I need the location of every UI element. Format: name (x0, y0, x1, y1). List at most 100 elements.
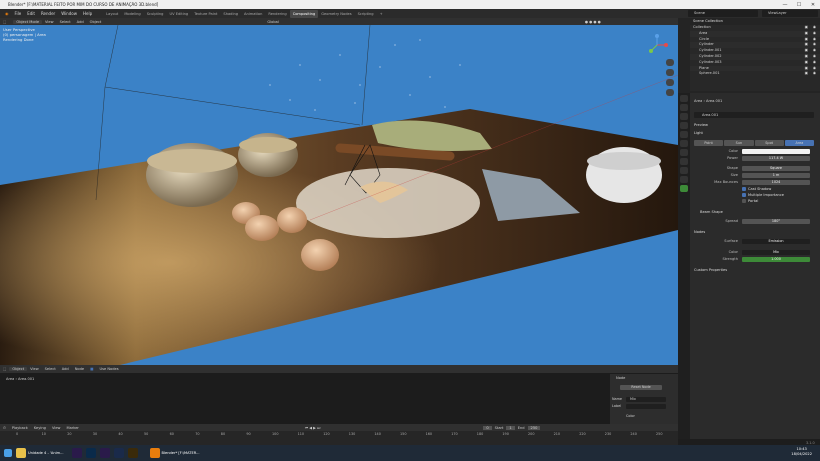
blender-taskbar-icon[interactable] (149, 448, 160, 458)
light-section[interactable]: Light (690, 130, 703, 136)
workspace-tab-shading[interactable]: Shading (220, 10, 241, 18)
view-layer-tab-icon[interactable] (680, 122, 688, 129)
nodes-section[interactable]: Nodes (690, 229, 705, 235)
workspace-tab-compositing[interactable]: Compositing (289, 9, 319, 18)
menu-render[interactable]: Render (38, 11, 58, 16)
blender-logo-icon[interactable]: ◉ (2, 11, 12, 16)
taskbar-item-unidade[interactable]: Unidade 4 - 'Anim... (28, 451, 64, 455)
output-tab-icon[interactable] (680, 113, 688, 120)
object-mode-dropdown[interactable]: Object Mode (13, 19, 43, 24)
system-clock[interactable]: 10:43 18/04/2022 (791, 447, 812, 457)
navigation-gizmo[interactable] (645, 33, 669, 57)
menu-add[interactable]: Add (74, 20, 87, 24)
timeline-editor-icon[interactable]: ⏱ (0, 426, 9, 430)
light-type-spot[interactable]: Spot (754, 140, 784, 146)
preview-section[interactable]: Preview (690, 122, 708, 128)
light-datablock-field[interactable]: Area.001 (694, 112, 814, 118)
visibility-eye-icon[interactable]: ◉ (813, 71, 816, 77)
render-tab-icon[interactable] (680, 104, 688, 111)
workspace-tab--[interactable]: + (377, 10, 386, 18)
beam-shape-section[interactable]: Beam Shape (696, 209, 723, 215)
light-color-swatch[interactable] (742, 149, 810, 154)
color2-field[interactable]: Mix (742, 250, 810, 255)
marker-menu[interactable]: Marker (63, 426, 81, 430)
menu-object[interactable]: Object (87, 20, 105, 24)
menu-view[interactable]: View (42, 20, 57, 24)
multiple-importance-checkbox[interactable] (742, 193, 746, 197)
cast-shadow-checkbox[interactable] (742, 187, 746, 191)
pr-app-icon[interactable] (71, 448, 82, 458)
reset-node-button[interactable]: Reset Node (620, 385, 662, 390)
tool-tab-icon[interactable] (680, 95, 688, 102)
shader-node-editor[interactable]: Area › Area.001 (0, 373, 678, 424)
playback-menu[interactable]: Playback (9, 426, 31, 430)
maximize-button[interactable]: ☐ (792, 0, 806, 9)
camera-view-icon[interactable] (666, 79, 674, 86)
use-nodes-checkbox[interactable]: ■ (87, 367, 96, 371)
windows-start-icon[interactable] (4, 449, 12, 457)
workspace-tab-modeling[interactable]: Modeling (121, 10, 143, 18)
close-button[interactable]: ✕ (806, 0, 820, 9)
scene-tab-icon[interactable] (680, 131, 688, 138)
menu-select[interactable]: Select (57, 20, 74, 24)
editor-type-icon[interactable]: ⬚ (0, 20, 9, 24)
workspace-tab-rendering[interactable]: Rendering (265, 10, 289, 18)
workspace-tab-uv-editing[interactable]: UV Editing (166, 10, 191, 18)
modifier-tab-icon[interactable] (680, 158, 688, 165)
explorer-icon[interactable] (16, 448, 26, 458)
scene-selector[interactable]: Scene (688, 10, 758, 17)
workspace-tab-layout[interactable]: Layout (103, 10, 121, 18)
orientation-dropdown[interactable]: Global (264, 20, 281, 24)
light-data-tab-icon[interactable] (680, 185, 688, 192)
workspace-tab-animation[interactable]: Animation (241, 10, 265, 18)
menu-window[interactable]: Window (58, 11, 80, 16)
shading-mode-icons[interactable]: ● ● ● ● (582, 20, 604, 24)
node-menu-select[interactable]: Select (42, 367, 59, 371)
node-menu-add[interactable]: Add (59, 367, 72, 371)
dc-app-icon[interactable] (113, 448, 124, 458)
current-frame-field[interactable]: 0 (483, 425, 492, 430)
end-frame-field[interactable]: 250 (527, 425, 541, 430)
physics-tab-icon[interactable] (680, 167, 688, 174)
node-editor-type-icon[interactable]: ⬚ (0, 367, 9, 371)
3d-viewport[interactable] (0, 25, 678, 365)
ortho-toggle-icon[interactable] (666, 89, 674, 96)
power-field[interactable]: 117.4 W (742, 156, 810, 161)
custom-properties-section[interactable]: Custom Properties (690, 267, 727, 273)
menu-file[interactable]: File (12, 11, 25, 16)
light-type-area[interactable]: Area (784, 140, 814, 146)
ai-app-icon[interactable] (127, 448, 138, 458)
ae-app-icon[interactable] (99, 448, 110, 458)
spread-field[interactable]: 180° (742, 219, 810, 224)
portal-checkbox[interactable] (742, 199, 746, 203)
light-type-point[interactable]: Point (694, 140, 724, 146)
node-menu-view[interactable]: View (27, 367, 42, 371)
max-bounces-field[interactable]: 1024 (742, 180, 810, 185)
minimize-button[interactable]: — (778, 0, 792, 9)
object-tab-icon[interactable] (680, 149, 688, 156)
render-camera-icon[interactable]: ▣ (805, 71, 808, 77)
taskbar-item-blender[interactable]: Blender* [F:\MATER... (162, 451, 200, 455)
pan-icon[interactable] (666, 69, 674, 76)
start-frame-field[interactable]: 1 (506, 425, 515, 430)
shape-dropdown[interactable]: Square (742, 166, 810, 171)
playback-controls[interactable]: ⏮ ◀ ▶ ⏭ (302, 426, 323, 430)
zoom-icon[interactable] (666, 59, 674, 66)
keying-menu[interactable]: Keying (31, 426, 49, 430)
outliner-row[interactable]: Sphere.001 ◉ ▣ (690, 71, 820, 77)
node-menu-node[interactable]: Node (72, 367, 87, 371)
ps-app-icon[interactable] (85, 448, 96, 458)
workspace-tab-sculpting[interactable]: Sculpting (144, 10, 167, 18)
menu-edit[interactable]: Edit (24, 11, 38, 16)
node-label-field[interactable] (626, 404, 666, 409)
world-tab-icon[interactable] (680, 140, 688, 147)
size-field[interactable]: 1 m (742, 173, 810, 178)
timeline-view-menu[interactable]: View (49, 426, 64, 430)
view-layer-selector[interactable]: ViewLayer (762, 10, 818, 17)
surface-field[interactable]: Emission (742, 239, 810, 244)
constraints-tab-icon[interactable] (680, 176, 688, 183)
light-type-sun[interactable]: Sun (724, 140, 754, 146)
strength-field[interactable]: 1.000 (742, 257, 810, 262)
menu-help[interactable]: Help (80, 11, 95, 16)
workspace-tab-geometry-nodes[interactable]: Geometry Nodes (318, 10, 354, 18)
